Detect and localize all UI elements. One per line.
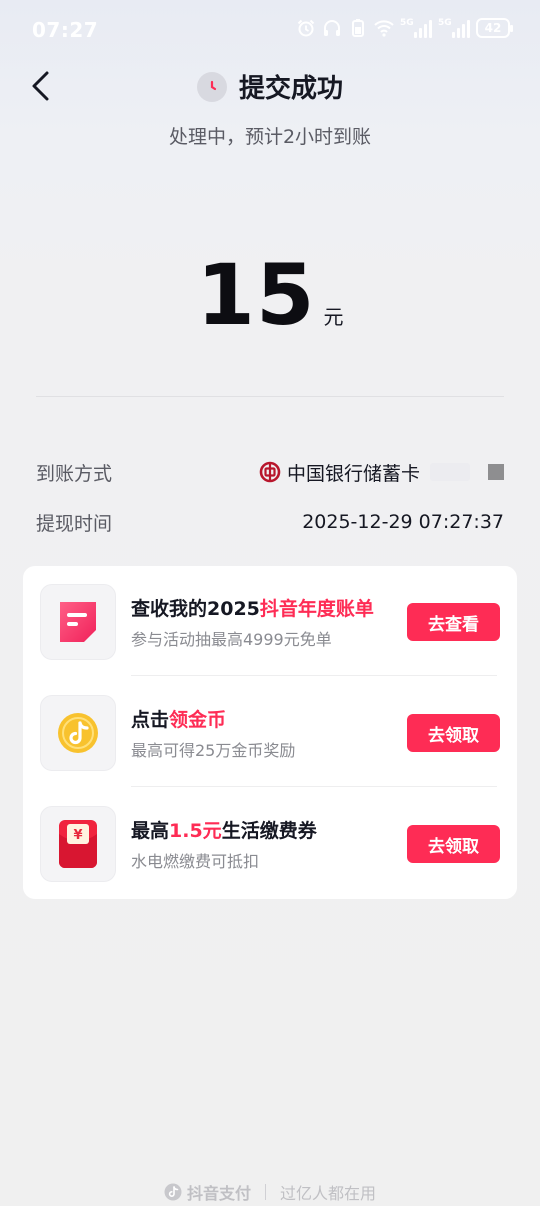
annual-bill-icon xyxy=(40,584,116,660)
network-type-1: 5G xyxy=(400,18,414,28)
battery-icon: 42 xyxy=(476,18,513,38)
payout-method-row: 到账方式 中国银行储蓄卡 xyxy=(36,457,504,487)
wifi-icon xyxy=(374,20,394,37)
signal-icon-2: 5G xyxy=(438,18,470,38)
payout-method-value: 中国银行储蓄卡 xyxy=(259,459,504,486)
masked-block xyxy=(488,464,504,480)
earbuds-battery-icon xyxy=(352,19,364,37)
svg-text:¥: ¥ xyxy=(73,828,82,843)
view-button[interactable]: 去查看 xyxy=(407,603,500,641)
status-time: 07:27 xyxy=(32,18,99,42)
bank-name: 中国银行储蓄卡 xyxy=(286,462,420,485)
task-description: 最高可得25万金币奖励 xyxy=(131,741,296,760)
headphones-icon xyxy=(324,20,340,36)
amount-value: 15 xyxy=(196,246,316,344)
withdraw-time-value: 2025-12-29 07:27:37 xyxy=(302,511,504,533)
footer-slogan: 过亿人都在用 xyxy=(280,1184,377,1203)
network-type-2: 5G xyxy=(438,18,452,28)
page-title: 提交成功 xyxy=(238,74,343,104)
promo-card: 查收我的2025抖音年度账单 参与活动抽最高4999元免单 去查看 点击领金币 … xyxy=(23,566,517,899)
red-envelope-icon: ¥ xyxy=(40,806,116,882)
douyin-pay-logo-icon xyxy=(164,1183,182,1201)
task-title: 查收我的2025抖音年度账单 xyxy=(131,598,374,620)
withdraw-time-row: 提现时间 2025-12-29 07:27:37 xyxy=(36,507,504,537)
task-annual-bill[interactable]: 查收我的2025抖音年度账单 参与活动抽最高4999元免单 去查看 xyxy=(23,566,517,676)
claim-coins-button[interactable]: 去领取 xyxy=(407,714,500,752)
signal-icon-1: 5G xyxy=(400,18,432,38)
amount: 15 元 xyxy=(0,246,540,344)
bank-of-china-logo-icon xyxy=(259,461,281,483)
task-description: 水电燃缴费可抵扣 xyxy=(131,852,260,871)
task-gold-coins[interactable]: 点击领金币 最高可得25万金币奖励 去领取 xyxy=(23,677,517,787)
status-icons: 5G 5G 42 xyxy=(296,18,513,38)
footer-brand: 抖音支付 xyxy=(164,1180,251,1204)
footer-divider xyxy=(265,1184,266,1200)
claim-coupon-button[interactable]: 去领取 xyxy=(407,825,500,863)
alarm-icon xyxy=(297,19,315,37)
separator xyxy=(131,675,497,676)
task-title: 点击领金币 xyxy=(131,709,227,731)
title-row: 提交成功 xyxy=(0,68,540,105)
status-bar: 07:27 5G 5G 42 xyxy=(0,0,540,62)
masked-card-number xyxy=(430,463,470,481)
clock-icon xyxy=(196,71,227,102)
gold-coin-icon xyxy=(40,695,116,771)
payout-method-label: 到账方式 xyxy=(36,462,113,485)
amount-unit: 元 xyxy=(323,305,344,329)
footer: 抖音支付 过亿人都在用 xyxy=(0,1180,540,1204)
status-subtitle: 处理中，预计2小时到账 xyxy=(168,126,372,148)
task-description: 参与活动抽最高4999元免单 xyxy=(131,630,332,649)
footer-brand-text: 抖音支付 xyxy=(186,1184,251,1203)
separator xyxy=(131,786,497,787)
task-utility-coupon[interactable]: ¥ 最高1.5元生活缴费券 水电燃缴费可抵扣 去领取 xyxy=(23,788,517,898)
withdraw-time-label: 提现时间 xyxy=(36,512,113,535)
divider xyxy=(36,396,504,397)
task-title: 最高1.5元生活缴费券 xyxy=(131,820,317,842)
